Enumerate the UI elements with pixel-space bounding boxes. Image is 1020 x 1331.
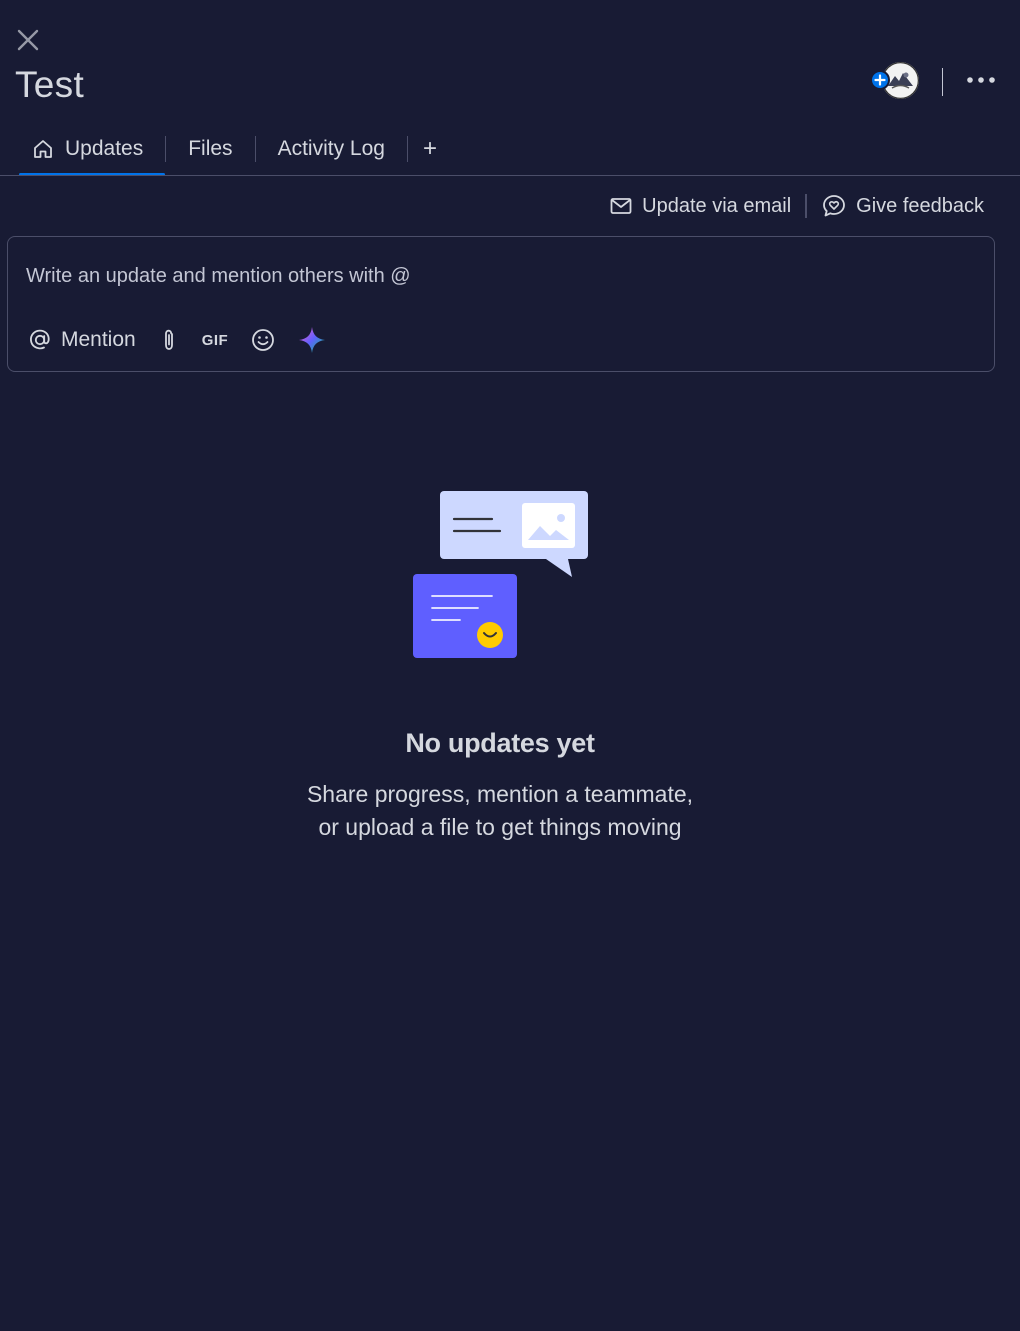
header-divider <box>942 68 943 96</box>
more-options-button[interactable] <box>962 66 1002 94</box>
close-icon <box>17 29 39 51</box>
gif-button[interactable]: GIF <box>202 332 229 349</box>
add-subscriber-icon <box>870 70 890 90</box>
close-button[interactable] <box>14 26 42 54</box>
update-via-email-button[interactable]: Update via email <box>609 194 791 218</box>
tab-label: Updates <box>65 137 144 160</box>
tab-label: Activity Log <box>277 137 385 160</box>
item-title[interactable]: Test <box>15 62 84 108</box>
give-feedback-button[interactable]: Give feedback <box>821 193 984 219</box>
update-composer[interactable]: Write an update and mention others with … <box>7 236 995 372</box>
composer-toolbar: Mention GIF <box>27 325 348 355</box>
empty-state-line: Share progress, mention a teammate, <box>306 781 694 807</box>
ai-assistant-button[interactable] <box>298 326 326 354</box>
plus-icon: + <box>422 135 437 162</box>
mention-label: Mention <box>61 328 136 351</box>
empty-state-line: or upload a file to get things moving <box>318 814 682 840</box>
attach-file-button[interactable] <box>158 327 180 353</box>
action-separator <box>805 194 808 218</box>
composer-placeholder[interactable]: Write an update and mention others with … <box>26 265 411 288</box>
gif-icon: GIF <box>201 331 229 349</box>
add-tab-button[interactable]: + <box>408 122 452 176</box>
tabs-bar: Updates Files Activity Log + <box>19 122 452 176</box>
empty-state-description: Share progress, mention a teammate, or u… <box>0 778 1000 844</box>
tab-updates[interactable]: Updates <box>19 122 166 176</box>
tabs-divider <box>0 175 1020 176</box>
mail-icon <box>610 198 632 214</box>
mention-button[interactable]: Mention <box>27 327 136 353</box>
tab-activity-log[interactable]: Activity Log <box>256 122 407 176</box>
updates-actions: Update via email Give feedback <box>609 190 984 222</box>
give-feedback-label: Give feedback <box>856 194 984 217</box>
empty-state-illustration <box>410 488 592 662</box>
at-sign-icon <box>30 329 50 350</box>
paperclip-icon <box>164 329 173 350</box>
empty-state-title: No updates yet <box>405 728 595 758</box>
tab-files[interactable]: Files <box>166 122 254 176</box>
tab-label: Files <box>188 137 233 160</box>
emoji-button[interactable] <box>250 327 276 353</box>
subscribers-button[interactable] <box>868 61 922 101</box>
home-icon <box>31 137 55 161</box>
feedback-heart-icon <box>823 195 846 217</box>
sparkle-icon <box>299 327 326 353</box>
update-via-email-label: Update via email <box>642 194 792 217</box>
smiley-icon <box>252 329 275 351</box>
more-horizontal-icon <box>967 77 995 83</box>
